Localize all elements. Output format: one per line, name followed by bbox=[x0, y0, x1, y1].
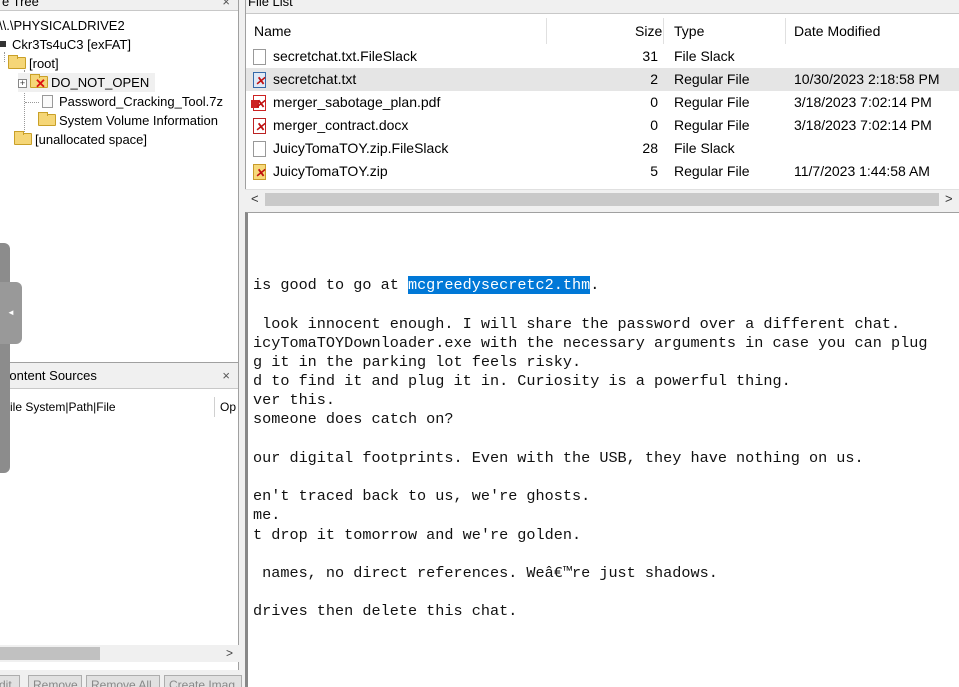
tree-item-root[interactable]: [root] bbox=[0, 54, 59, 73]
file-row[interactable]: secretchat.txt.FileSlack 31 File Slack bbox=[246, 45, 959, 68]
file-row[interactable]: JuicyTomaTOY.zip.FileSlack 28 File Slack bbox=[246, 137, 959, 160]
file-row[interactable]: secretchat.txt 2 Regular File 10/30/2023… bbox=[246, 68, 959, 93]
deleted-zip-icon bbox=[253, 162, 266, 185]
deleted-pdf-icon bbox=[251, 93, 266, 116]
close-icon[interactable]: × bbox=[222, 0, 230, 11]
content-sources-panel: Content Sources × ::File System|Path|Fil… bbox=[0, 363, 239, 670]
column-header-type[interactable]: Type bbox=[674, 18, 704, 44]
file-icon bbox=[42, 95, 53, 108]
tree-item-label: [root] bbox=[29, 56, 59, 71]
evidence-tree-header: e Tree × bbox=[0, 0, 238, 11]
column-header-path[interactable]: ::File System|Path|File bbox=[0, 397, 116, 417]
scroll-right-icon[interactable]: > bbox=[226, 645, 233, 662]
file-list-title: File List bbox=[246, 0, 959, 14]
tree-item-password-cracking-tool[interactable]: Password_Cracking_Tool.7z bbox=[42, 92, 223, 111]
tree-item-volume[interactable]: Ckr3Ts4uC3 [exFAT] bbox=[0, 35, 131, 54]
scroll-left-icon[interactable]: < bbox=[251, 190, 259, 208]
remove-button[interactable]: Remove bbox=[28, 675, 82, 687]
tree-item-label: DO_NOT_OPEN bbox=[51, 75, 150, 90]
viewer-line: en't traced back to us, we're ghosts. bbox=[253, 487, 591, 505]
content-sources-title: Content Sources bbox=[0, 368, 97, 383]
panel-splitter[interactable] bbox=[0, 243, 10, 473]
viewer-line: drives then delete this chat. bbox=[253, 602, 518, 620]
file-row[interactable]: JuicyTomaTOY.zip 5 Regular File 11/7/202… bbox=[246, 160, 959, 185]
edit-button[interactable]: dit bbox=[0, 675, 20, 687]
expand-icon[interactable]: + bbox=[18, 79, 27, 88]
content-sources-button-bar: dit Remove Remove All Create Imag bbox=[0, 670, 245, 687]
viewer-line: ver this. bbox=[253, 391, 336, 409]
scrollbar-thumb[interactable] bbox=[265, 193, 939, 206]
horizontal-scrollbar[interactable]: > bbox=[0, 645, 239, 662]
viewer-line: g it in the parking lot feels risky. bbox=[253, 353, 582, 371]
remove-all-button[interactable]: Remove All bbox=[86, 675, 160, 687]
column-header-size[interactable]: Size bbox=[635, 18, 662, 44]
tree-item-label: [unallocated space] bbox=[35, 132, 148, 147]
file-list-panel: File List Name Size Type Date Modified s… bbox=[245, 0, 959, 208]
file-row[interactable]: merger_sabotage_plan.pdf 0 Regular File … bbox=[246, 91, 959, 116]
scrollbar-thumb[interactable] bbox=[0, 647, 100, 660]
viewer-line: names, no direct references. Weâ€™re jus… bbox=[253, 564, 718, 582]
tree-item-label: \\.\PHYSICALDRIVE2 bbox=[0, 18, 125, 33]
close-icon[interactable]: × bbox=[222, 363, 230, 389]
folder-icon bbox=[14, 131, 32, 145]
tree-item-system-volume-information[interactable]: System Volume Information bbox=[38, 111, 218, 130]
deleted-text-file-icon bbox=[253, 70, 266, 93]
content-sources-columns: ::File System|Path|File Op bbox=[0, 397, 238, 417]
folder-icon bbox=[8, 55, 26, 69]
file-icon bbox=[253, 49, 266, 65]
scroll-right-icon[interactable]: > bbox=[945, 190, 953, 208]
deleted-folder-icon bbox=[30, 74, 48, 93]
file-list-horizontal-scrollbar[interactable]: < > bbox=[245, 189, 959, 208]
file-icon bbox=[253, 141, 266, 157]
tree-item-label: System Volume Information bbox=[59, 113, 218, 128]
tree-item-label: Ckr3Ts4uC3 [exFAT] bbox=[12, 37, 131, 52]
file-list-header: Name Size Type Date Modified bbox=[246, 18, 959, 44]
selected-text[interactable]: mcgreedysecretc2.thm bbox=[407, 276, 591, 294]
viewer-line: d to find it and plug it in. Curiosity i… bbox=[253, 372, 791, 390]
text-viewer[interactable]: is good to go at mcgreedysecretc2.thm. l… bbox=[245, 212, 959, 687]
viewer-line: someone does catch on? bbox=[253, 410, 454, 428]
column-header-name[interactable]: Name bbox=[254, 18, 291, 44]
viewer-line: is good to go at mcgreedysecretc2.thm. bbox=[253, 276, 600, 294]
viewer-line: t drop it tomorrow and we're golden. bbox=[253, 526, 582, 544]
evidence-tree-title: e Tree bbox=[2, 0, 39, 9]
drive-icon bbox=[0, 41, 6, 47]
column-header-op[interactable]: Op bbox=[220, 397, 236, 417]
deleted-doc-icon bbox=[253, 116, 266, 139]
file-row[interactable]: merger_contract.docx 0 Regular File 3/18… bbox=[246, 114, 959, 139]
tree-item-unallocated-space[interactable]: [unallocated space] bbox=[14, 130, 147, 149]
viewer-line: icyTomaTOYDownloader.exe with the necess… bbox=[253, 334, 928, 352]
evidence-tree-panel: e Tree × \\.\PHYSICALDRIVE2 Ckr3Ts4uC3 [… bbox=[0, 0, 239, 363]
folder-icon bbox=[38, 112, 56, 126]
tree-item-physicaldrive[interactable]: \\.\PHYSICALDRIVE2 bbox=[0, 16, 125, 35]
collapse-panel-icon[interactable]: ◄ bbox=[0, 282, 22, 344]
tree-item-label: Password_Cracking_Tool.7z bbox=[59, 94, 224, 109]
tree-item-do-not-open[interactable]: + DO_NOT_OPEN bbox=[18, 73, 156, 93]
column-header-date-modified[interactable]: Date Modified bbox=[794, 18, 880, 44]
content-sources-header: Content Sources × bbox=[0, 363, 238, 389]
viewer-line: look innocent enough. I will share the p… bbox=[253, 315, 901, 333]
viewer-line: our digital footprints. Even with the US… bbox=[253, 449, 864, 467]
create-image-button[interactable]: Create Imag bbox=[164, 675, 242, 687]
viewer-line: me. bbox=[253, 506, 281, 524]
